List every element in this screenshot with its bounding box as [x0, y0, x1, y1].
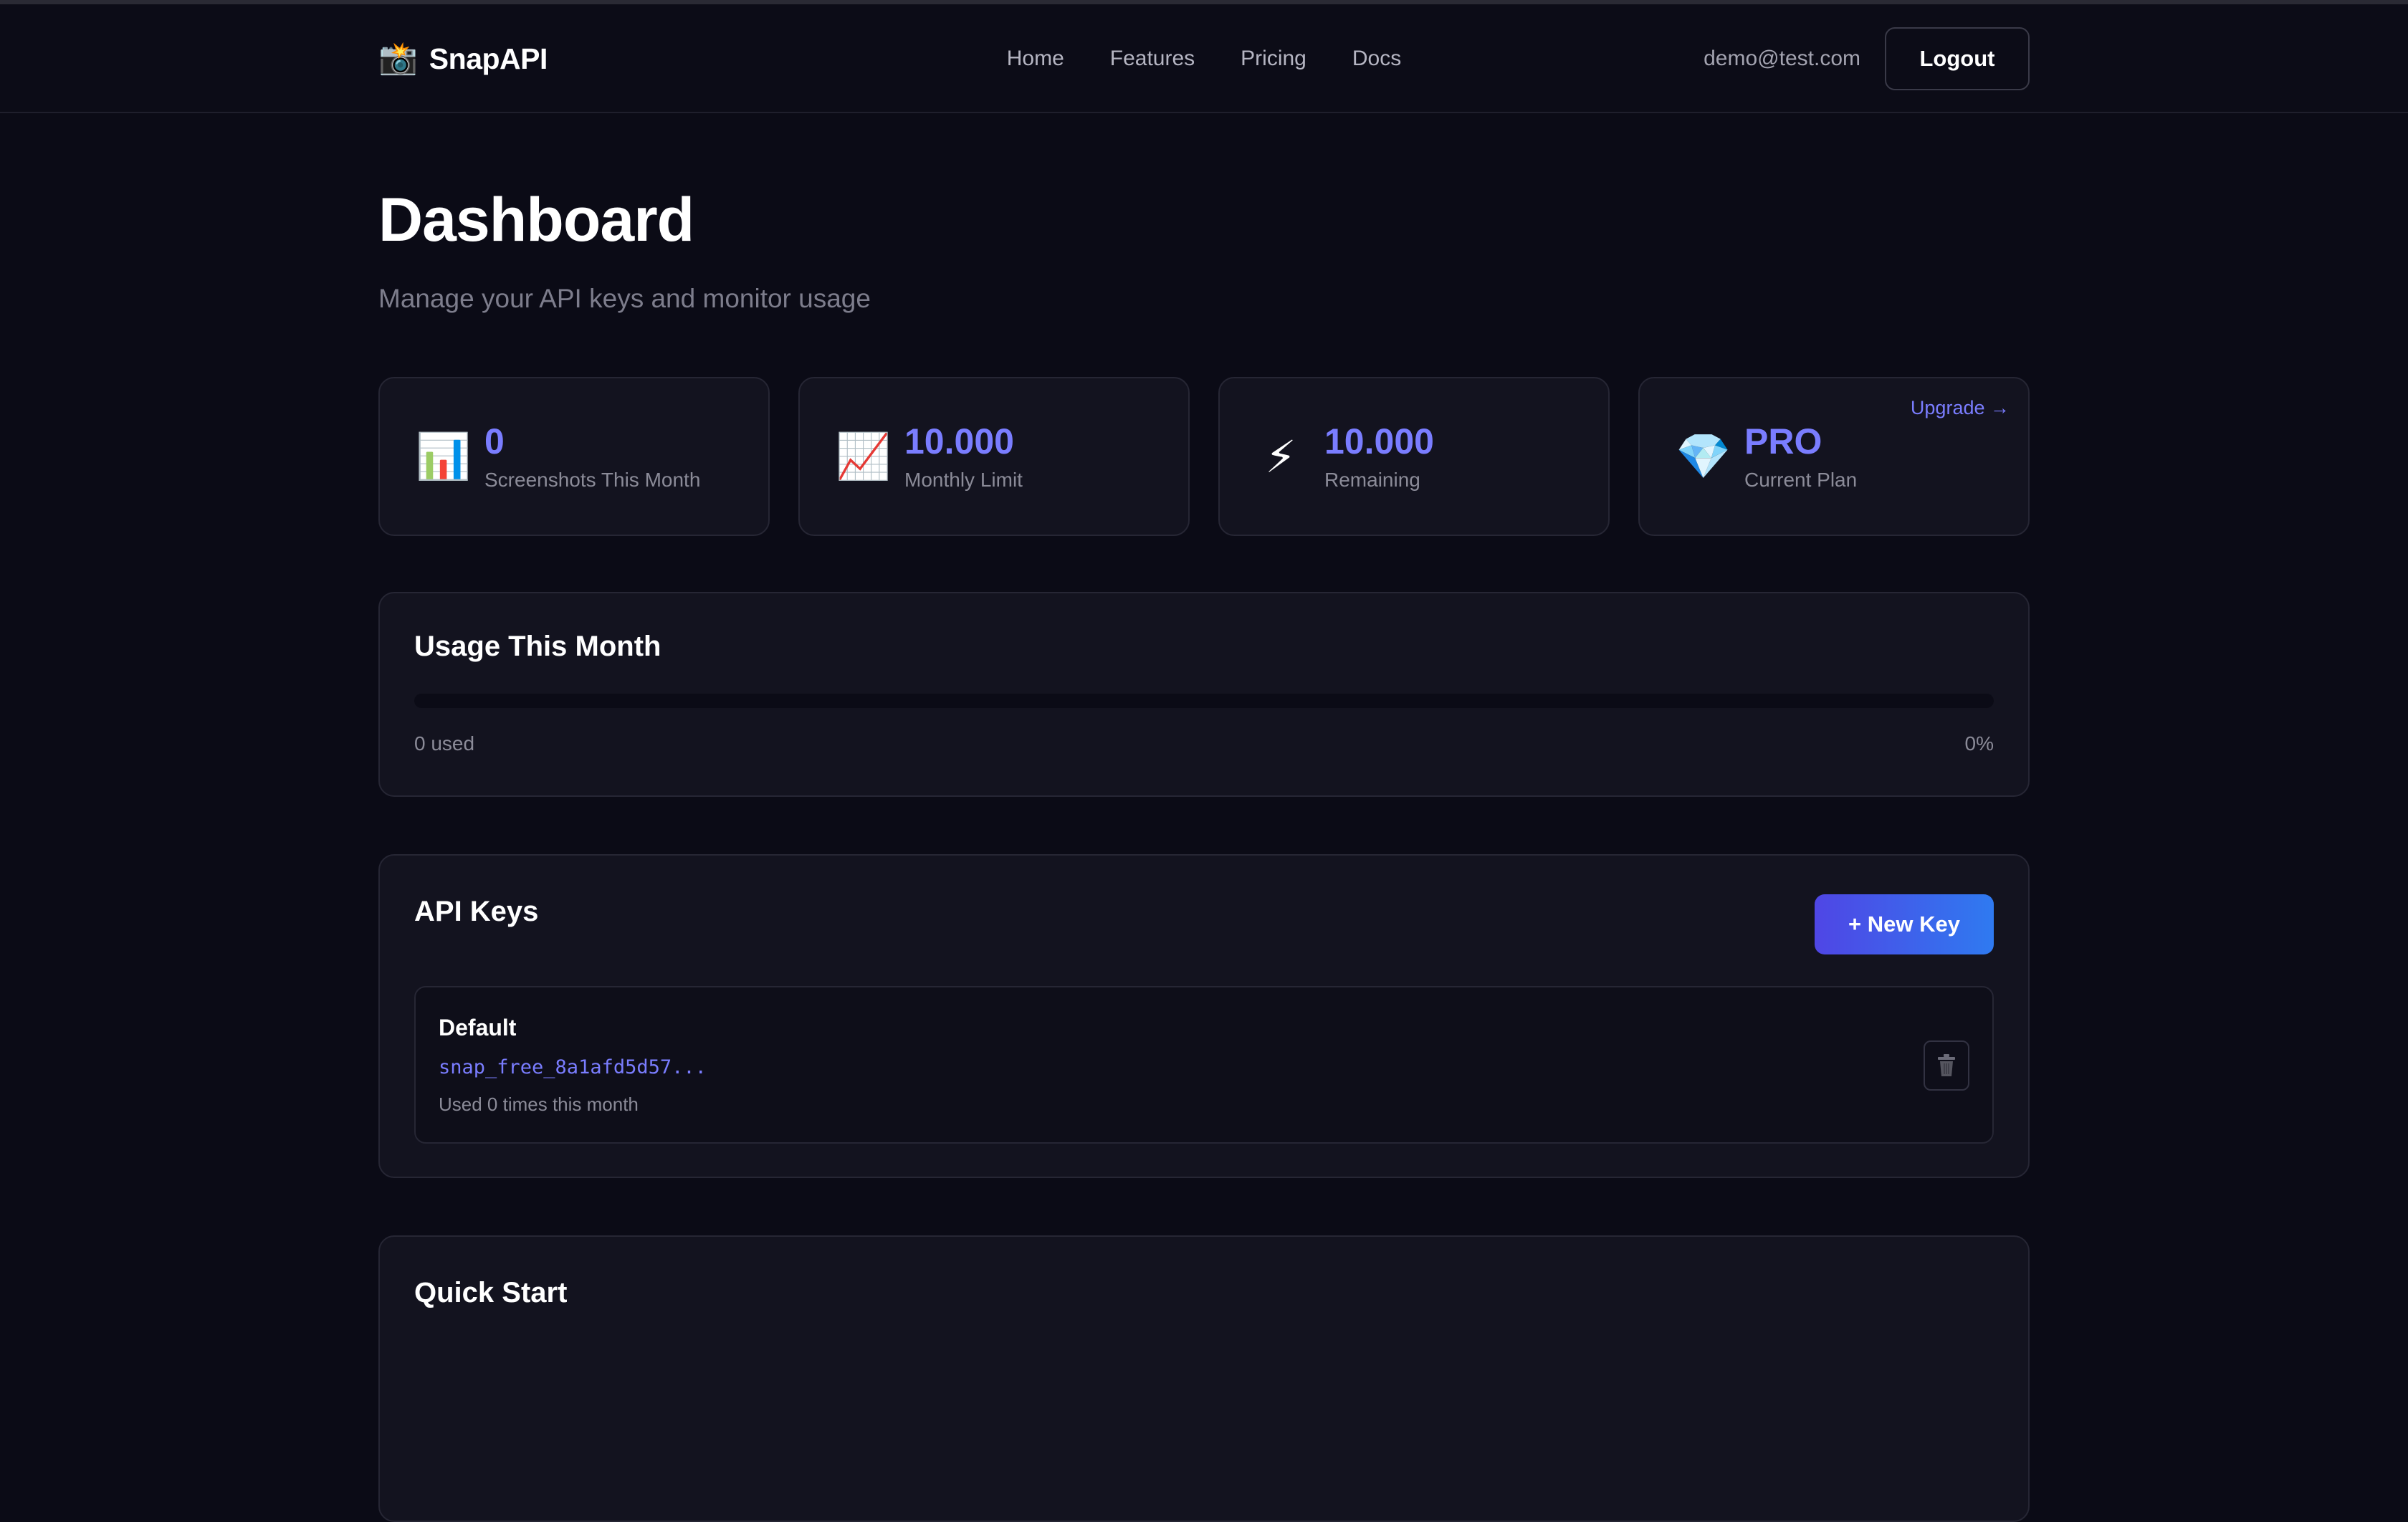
- upgrade-link[interactable]: Upgrade →: [1911, 397, 2010, 419]
- page-title: Dashboard: [378, 186, 694, 254]
- bar-chart-icon: 📊: [416, 431, 472, 482]
- stat-text: PRO Current Plan: [1744, 421, 1858, 492]
- usage-percent-text: 0%: [1964, 732, 1994, 755]
- stat-value: 10.000: [1324, 421, 1434, 461]
- api-key-usage: Used 0 times this month: [439, 1093, 639, 1115]
- trash-icon: [1938, 1054, 1955, 1076]
- quick-start-panel: Quick Start: [378, 1235, 2030, 1522]
- api-key-name: Default: [439, 1015, 517, 1040]
- stat-text: 10.000 Remaining: [1324, 421, 1434, 492]
- diamond-icon: 💎: [1676, 431, 1731, 482]
- api-key-item: Default snap_free_8a1afd5d57... Used 0 t…: [414, 986, 1994, 1144]
- brand-logo-link[interactable]: 📸 SnapAPI: [378, 42, 548, 76]
- header-user-area: demo@test.com Logout: [1704, 27, 2030, 90]
- stat-value: 0: [484, 421, 505, 461]
- delete-key-button[interactable]: [1924, 1040, 1969, 1091]
- logout-button[interactable]: Logout: [1885, 27, 2030, 90]
- nav-link-home[interactable]: Home: [1007, 47, 1064, 71]
- top-navigation-bar: 📸 SnapAPI Home Features Pricing Docs dem…: [0, 4, 2408, 113]
- usage-used-text: 0 used: [414, 732, 475, 755]
- usage-title: Usage This Month: [414, 631, 661, 662]
- api-key-value[interactable]: snap_free_8a1afd5d57...: [439, 1056, 707, 1078]
- header-container: 📸 SnapAPI Home Features Pricing Docs dem…: [378, 4, 2030, 113]
- usage-progress-bar: [414, 694, 1994, 708]
- stat-card-remaining: ⚡ 10.000 Remaining: [1218, 377, 1610, 536]
- stat-label: Remaining: [1324, 468, 1420, 491]
- new-key-button[interactable]: + New Key: [1815, 894, 1994, 954]
- stats-row: 📊 0 Screenshots This Month 📈 10.000 Mont…: [378, 377, 2030, 536]
- stat-text: 10.000 Monthly Limit: [904, 421, 1023, 492]
- stat-text: 0 Screenshots This Month: [484, 421, 701, 492]
- nav-link-features[interactable]: Features: [1110, 47, 1195, 71]
- stat-label: Monthly Limit: [904, 468, 1023, 491]
- nav-link-docs[interactable]: Docs: [1352, 47, 1401, 71]
- brand-name: SnapAPI: [429, 42, 548, 75]
- api-keys-title: API Keys: [414, 896, 539, 927]
- stat-value: 10.000: [904, 421, 1014, 461]
- stat-value: PRO: [1744, 421, 1822, 461]
- camera-icon: 📸: [378, 41, 418, 76]
- lightning-icon: ⚡: [1265, 432, 1296, 482]
- quick-start-title: Quick Start: [414, 1277, 568, 1308]
- stat-label: Screenshots This Month: [484, 468, 701, 491]
- trending-up-icon: 📈: [836, 431, 892, 482]
- stat-card-screenshots: 📊 0 Screenshots This Month: [378, 377, 770, 536]
- stat-card-monthly-limit: 📈 10.000 Monthly Limit: [798, 377, 1190, 536]
- api-keys-panel: API Keys + New Key Default snap_free_8a1…: [378, 854, 2030, 1178]
- stat-card-current-plan: Upgrade → 💎 PRO Current Plan: [1638, 377, 2030, 536]
- usage-panel: Usage This Month 0 used 0%: [378, 592, 2030, 797]
- page-subtitle: Manage your API keys and monitor usage: [378, 284, 871, 313]
- user-email: demo@test.com: [1704, 47, 1860, 70]
- nav-link-pricing[interactable]: Pricing: [1241, 47, 1306, 71]
- stat-label: Current Plan: [1744, 468, 1858, 491]
